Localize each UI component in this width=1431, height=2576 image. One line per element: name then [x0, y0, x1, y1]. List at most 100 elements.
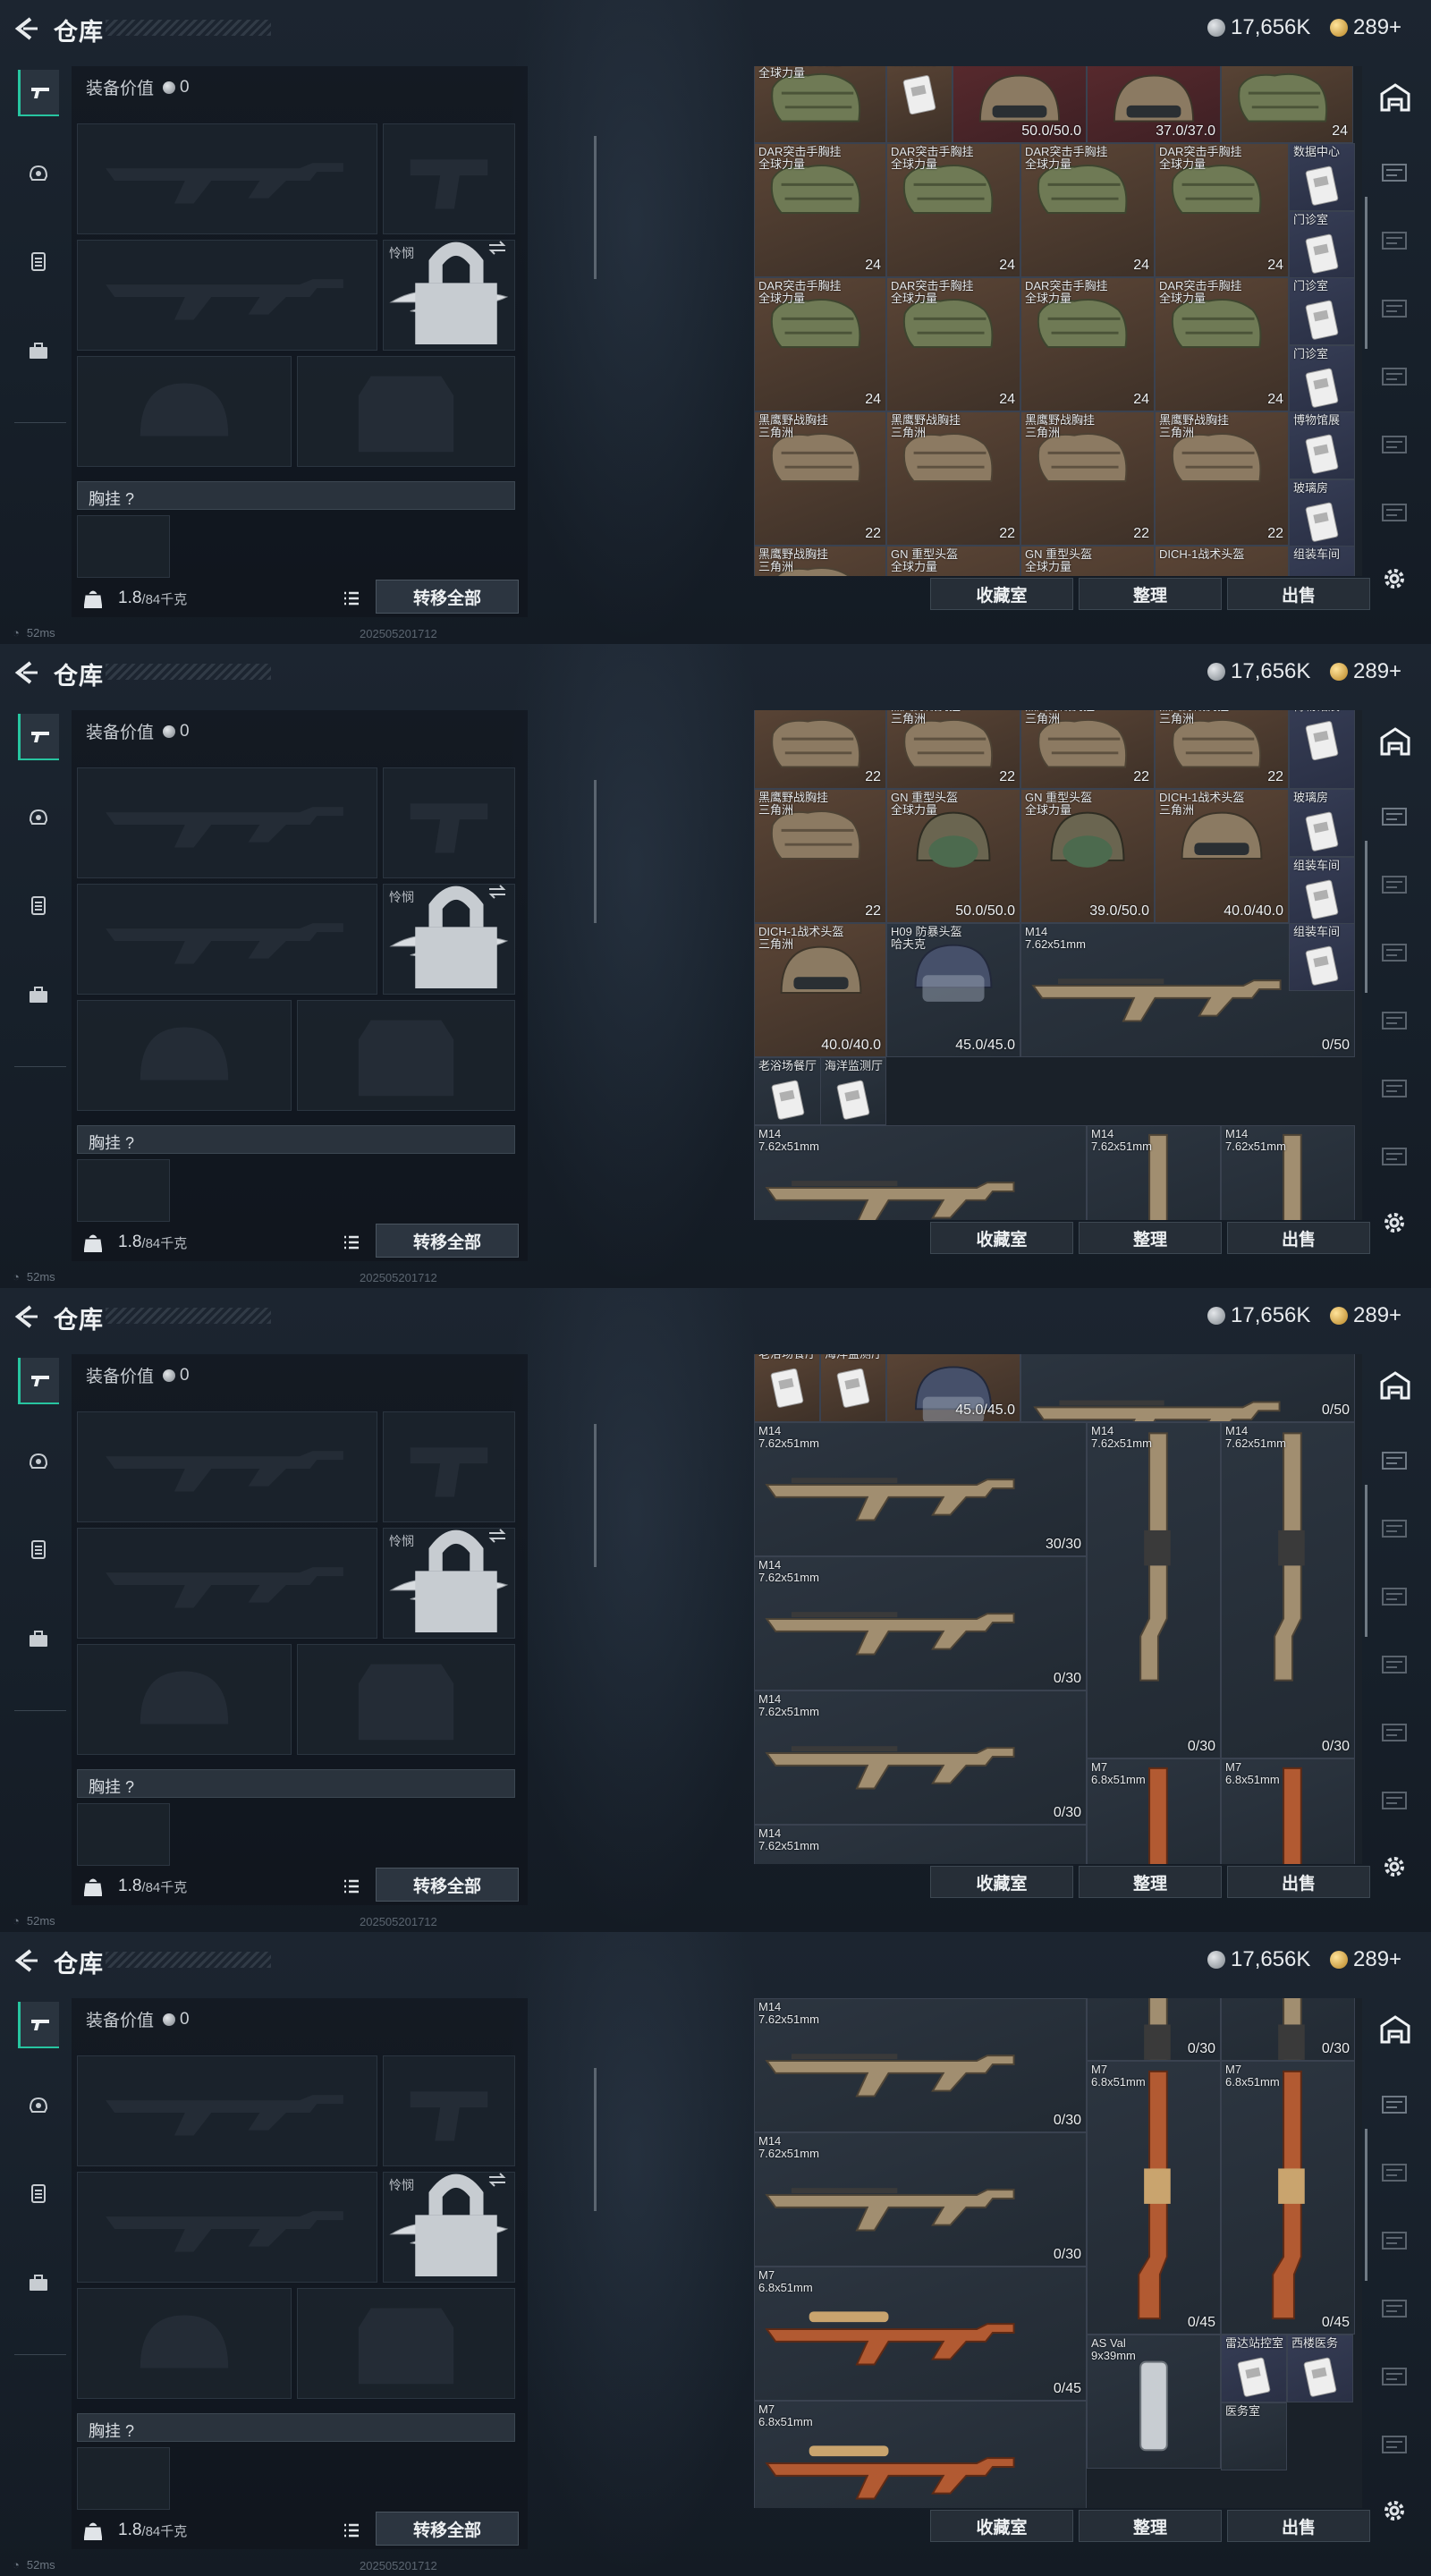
nav-tab-cases[interactable]	[18, 327, 59, 374]
stash-item[interactable]: 0/50	[1020, 1354, 1355, 1422]
list-icon[interactable]	[342, 2521, 361, 2540]
armor-slot[interactable]	[297, 2288, 515, 2399]
equipment-scrollbar[interactable]	[594, 780, 597, 923]
armor-slot[interactable]	[297, 356, 515, 467]
secondary-weapon-slot[interactable]	[77, 240, 377, 351]
transfer-all-button[interactable]: 转移全部	[376, 580, 519, 614]
gold-currency[interactable]: 289+	[1330, 14, 1401, 41]
stash-item[interactable]: M14 7.62x51mm	[754, 1125, 1087, 1220]
stash-item[interactable]: GN 重型头盔 全球力量	[886, 546, 1020, 576]
gold-currency[interactable]: 289+	[1330, 658, 1401, 685]
stash-item[interactable]: DAR突击手胸挂 全球力量 24	[754, 277, 886, 411]
transfer-all-button[interactable]: 转移全部	[376, 1224, 519, 1258]
stash-item[interactable]: M14 7.62x51mm 0/30	[754, 1998, 1087, 2132]
stash-item[interactable]: 老浴场餐厅	[754, 1354, 820, 1422]
home-icon[interactable]	[1379, 726, 1411, 757]
nav-tab-armor[interactable]	[18, 1526, 59, 1572]
melee-slot[interactable]: 怜悯	[383, 240, 515, 351]
secondary-weapon-slot[interactable]	[77, 2172, 377, 2283]
stash-item[interactable]: DICH-1战术头盔	[1155, 546, 1289, 576]
warehouse-tab-icon[interactable]	[1377, 1075, 1413, 1102]
stash-item[interactable]: 0/30	[1087, 1998, 1221, 2061]
collection-button[interactable]: 收藏室	[930, 1222, 1073, 1254]
nav-tab-cases[interactable]	[18, 1615, 59, 1662]
settings-icon[interactable]	[1381, 1853, 1408, 1880]
primary-weapon-slot[interactable]	[77, 2055, 377, 2166]
stash-item[interactable]: 0/30	[1221, 1998, 1355, 2061]
pistol-slot[interactable]	[383, 767, 515, 878]
home-icon[interactable]	[1379, 82, 1411, 113]
stash-item[interactable]: 黑鹰野战胸挂 三角洲 22	[1155, 411, 1289, 546]
warehouse-tab-icon[interactable]	[1377, 1583, 1413, 1610]
stash-item[interactable]: M14 7.62x51mm 0/30	[754, 1690, 1087, 1825]
stash-item[interactable]: 黑鹰野战胸挂 三角洲 22	[1020, 411, 1155, 546]
stash-item[interactable]: M14 7.62x51mm	[1087, 1125, 1221, 1220]
armor-slot[interactable]	[297, 1000, 515, 1111]
helmet-slot[interactable]	[77, 1644, 292, 1755]
stash-item[interactable]: 海洋监测厅	[820, 1057, 886, 1125]
stash-item[interactable]: 医务室	[1221, 2402, 1287, 2470]
stash-item[interactable]: 海洋监测厅	[820, 1354, 886, 1422]
equipment-scrollbar[interactable]	[594, 136, 597, 279]
primary-weapon-slot[interactable]	[77, 123, 377, 234]
stash-item[interactable]: M7 6.8x51mm 0/45	[754, 2267, 1087, 2401]
stash-scrollbar[interactable]	[1365, 1485, 1367, 1637]
nav-tab-armor[interactable]	[18, 882, 59, 928]
melee-slot[interactable]: 怜悯	[383, 884, 515, 995]
stash-item[interactable]: DAR突击手胸挂 全球力量 24	[886, 277, 1020, 411]
nav-tab-weapons[interactable]	[18, 714, 59, 760]
stash-item[interactable]: H09 防暴头盔 哈夫克 45.0/45.0	[886, 923, 1020, 1057]
warehouse-tab-icon[interactable]	[1377, 2159, 1413, 2186]
warehouse-tab-icon[interactable]	[1377, 2431, 1413, 2458]
warehouse-tab-icon[interactable]	[1377, 871, 1413, 898]
stash-item[interactable]: 玻璃房	[1289, 479, 1355, 547]
sell-button[interactable]: 出售	[1227, 1222, 1370, 1254]
settings-icon[interactable]	[1381, 2497, 1408, 2524]
sort-button[interactable]: 整理	[1079, 1222, 1222, 1254]
stash-item[interactable]: 22	[754, 710, 886, 789]
stash-item[interactable]: M14 7.62x51mm 30/30	[754, 1422, 1087, 1556]
gold-currency[interactable]: 289+	[1330, 1302, 1401, 1329]
equipment-scrollbar[interactable]	[594, 1424, 597, 1567]
helmet-slot[interactable]	[77, 356, 292, 467]
transfer-all-button[interactable]: 转移全部	[376, 1868, 519, 1902]
stash-item[interactable]: 门诊室	[1289, 211, 1355, 279]
nav-tab-helmets[interactable]	[18, 794, 59, 841]
nav-tab-cases[interactable]	[18, 971, 59, 1018]
stash-item[interactable]: M14 7.62x51mm 0/30	[754, 1556, 1087, 1690]
warehouse-tab-icon[interactable]	[1377, 1651, 1413, 1678]
primary-weapon-slot[interactable]	[77, 1411, 377, 1522]
silver-currency[interactable]: 17,656K	[1207, 1946, 1310, 1973]
warehouse-tab-icon[interactable]	[1377, 2227, 1413, 2254]
stash-item[interactable]: 黑鹰野战胸挂 三角洲 22	[754, 411, 886, 546]
home-icon[interactable]	[1379, 2014, 1411, 2045]
stash-item[interactable]: M7 6.8x51mm	[754, 2401, 1087, 2508]
stash-item[interactable]: 组装车间	[1289, 923, 1355, 991]
stash-item[interactable]: M7 6.8x51mm 0/45	[1221, 2061, 1355, 2334]
chest-rig-slot[interactable]	[77, 1159, 170, 1222]
back-button[interactable]	[13, 1304, 39, 1329]
warehouse-tab-icon[interactable]	[1377, 1007, 1413, 1034]
stash-item[interactable]: 玻璃房	[1289, 789, 1355, 857]
back-button[interactable]	[13, 660, 39, 685]
armor-slot[interactable]	[297, 1644, 515, 1755]
list-icon[interactable]	[342, 1877, 361, 1896]
melee-slot[interactable]: 怜悯	[383, 1528, 515, 1639]
stash-item[interactable]: 门诊室	[1289, 345, 1355, 413]
stash-item[interactable]: 西楼医务	[1287, 2334, 1353, 2402]
silver-currency[interactable]: 17,656K	[1207, 1302, 1310, 1329]
chest-rig-slot[interactable]	[77, 1803, 170, 1866]
stash-item[interactable]: 24	[1221, 66, 1353, 143]
stash-item[interactable]: 组装车间	[1289, 857, 1355, 925]
chest-rig-slot[interactable]	[77, 515, 170, 578]
warehouse-tab-icon[interactable]	[1377, 1787, 1413, 1814]
pistol-slot[interactable]	[383, 123, 515, 234]
list-icon[interactable]	[342, 1233, 361, 1252]
stash-item[interactable]: M14 7.62x51mm 0/30	[1221, 1422, 1355, 1758]
warehouse-tab-icon[interactable]	[1377, 363, 1413, 390]
stash-item[interactable]: AS Val 9x39mm	[1087, 2334, 1221, 2469]
secondary-weapon-slot[interactable]	[77, 1528, 377, 1639]
stash-item[interactable]: 黑鹰野战胸挂 三角洲	[754, 546, 886, 576]
melee-slot[interactable]: 怜悯	[383, 2172, 515, 2283]
settings-icon[interactable]	[1381, 565, 1408, 592]
